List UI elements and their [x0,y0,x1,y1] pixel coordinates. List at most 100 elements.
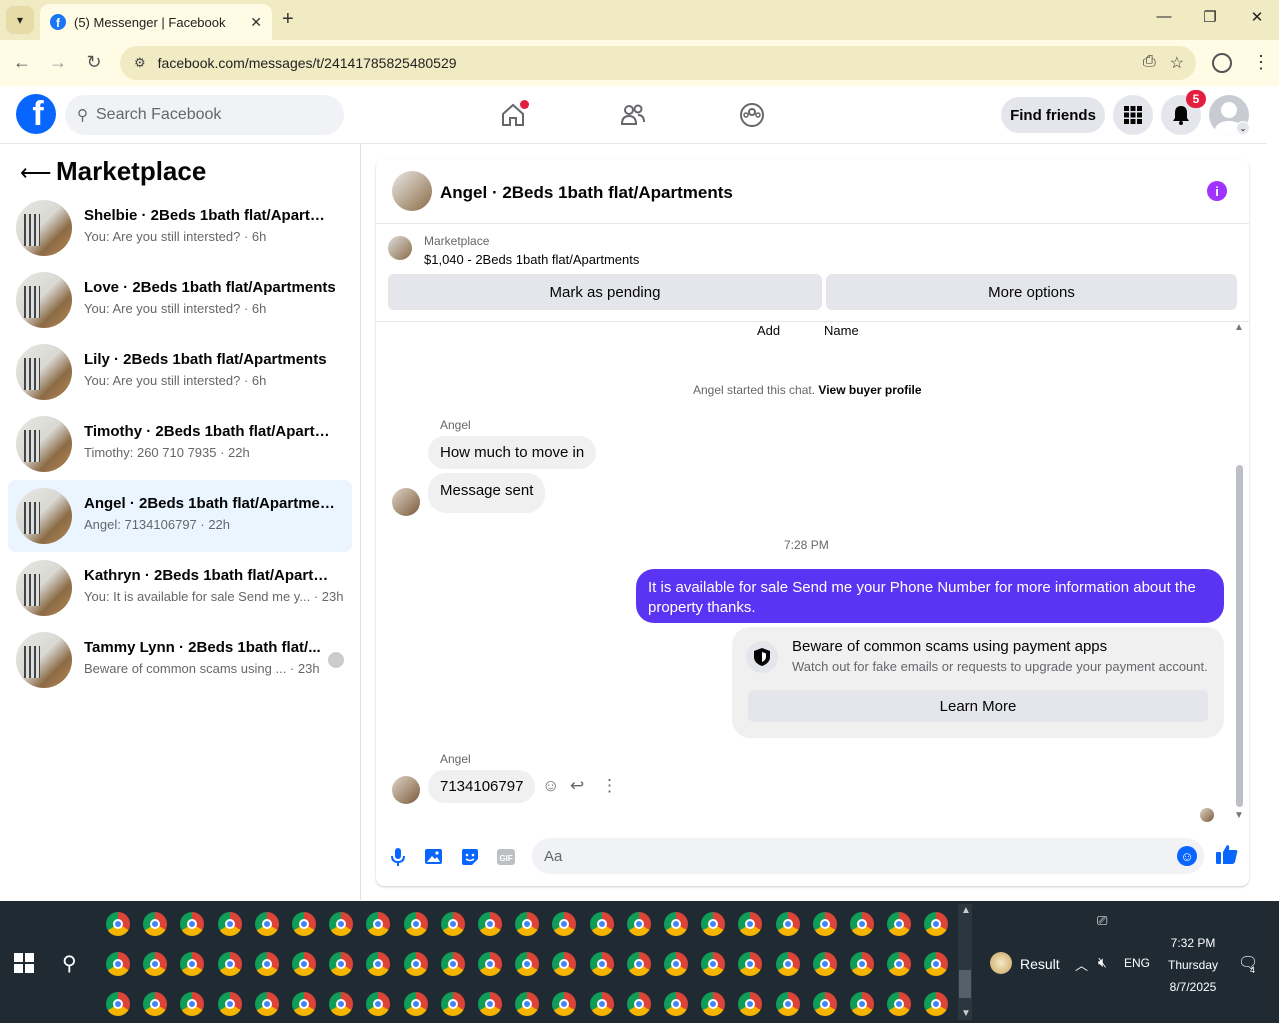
page-scrollbar[interactable] [1267,86,1279,900]
reply-icon[interactable]: ↩ [570,776,584,796]
system-clock[interactable]: 7:32 PM Thursday 8/7/2025 [1160,932,1226,998]
back-arrow-icon[interactable]: ⟵ [20,160,52,186]
chat-scrollbar[interactable] [1236,465,1243,807]
scroll-down-arrow-icon[interactable]: ▼ [1234,810,1244,821]
chat-title[interactable]: Angel · 2Beds 1bath flat/Apartments [440,183,733,203]
close-window-button[interactable]: ✕ [1237,8,1277,26]
chrome-taskbar-icon[interactable] [850,912,874,936]
chrome-taskbar-icon[interactable] [887,912,912,936]
chrome-taskbar-icon[interactable] [924,952,949,976]
listing-thumbnail[interactable] [388,236,412,260]
chrome-taskbar-icon[interactable] [366,992,391,1016]
incoming-message[interactable]: How much to move in [428,436,597,469]
chrome-taskbar-icon[interactable] [254,992,279,1016]
scroll-up-arrow-icon[interactable]: ▲ [1234,322,1244,333]
show-hidden-icons-chevron-icon[interactable]: ︿ [1075,955,1088,974]
chrome-taskbar-icon[interactable] [626,912,651,936]
chrome-taskbar-icon[interactable] [440,912,465,936]
chrome-taskbar-icon[interactable] [775,952,800,976]
chrome-taskbar-icon[interactable] [292,952,316,976]
emoji-icon[interactable]: ☺ [1177,846,1197,866]
conversation-item[interactable]: Love · 2Beds 1bath flat/Apartments You: … [8,264,352,336]
reload-icon[interactable]: ↻ [82,52,106,73]
chrome-taskbar-icon[interactable] [180,992,205,1016]
taskbar-scroll-down-icon[interactable]: ▼ [961,1008,971,1019]
chrome-taskbar-icon[interactable] [254,912,279,936]
chrome-taskbar-icon[interactable] [478,912,502,936]
chrome-taskbar-icon[interactable] [589,912,614,936]
chrome-taskbar-icon[interactable] [775,912,800,936]
chrome-taskbar-icon[interactable] [478,992,502,1016]
gif-icon[interactable]: GIF [494,845,518,869]
chrome-taskbar-icon[interactable] [329,912,354,936]
back-icon[interactable]: ← [10,52,34,73]
chrome-taskbar-icon[interactable] [106,992,130,1016]
site-info-icon[interactable]: ⚙ [134,55,146,71]
listing-price-title[interactable]: $1,040 - 2Beds 1bath flat/Apartments [424,252,639,267]
incoming-message[interactable]: 7134106797 [428,770,536,803]
facebook-logo[interactable]: f [16,94,56,134]
learn-more-button[interactable]: Learn More [748,690,1208,722]
chevron-down-icon[interactable]: ⌄ [1236,121,1250,135]
sender-avatar[interactable] [392,776,420,804]
friends-icon[interactable] [618,100,648,130]
chrome-taskbar-icon[interactable] [329,952,354,976]
chrome-taskbar-icon[interactable] [701,952,726,976]
install-app-icon[interactable]: ⎙ [1143,53,1156,73]
taskbar-search-icon[interactable]: ⚲ [62,951,77,976]
chrome-taskbar-icon[interactable] [366,912,391,936]
chat-avatar[interactable] [392,171,432,211]
chrome-taskbar-icon[interactable] [292,912,316,936]
chrome-taskbar-icon[interactable] [143,952,168,976]
chrome-taskbar-icon[interactable] [738,992,763,1016]
chrome-taskbar-icon[interactable] [887,952,912,976]
language-indicator[interactable]: ENG [1124,956,1150,970]
chrome-taskbar-icon[interactable] [403,992,428,1016]
forward-icon[interactable]: → [46,52,70,73]
chrome-taskbar-icon[interactable] [552,992,577,1016]
chrome-taskbar-icon[interactable] [106,952,130,976]
weather-icon[interactable] [990,952,1012,974]
view-buyer-profile-link[interactable]: View buyer profile [818,383,921,397]
sticker-icon[interactable] [458,845,482,869]
search-facebook-input[interactable]: ⚲ Search Facebook [65,95,344,135]
restore-button[interactable]: ❐ [1190,8,1230,26]
chrome-taskbar-icon[interactable] [143,912,168,936]
chrome-taskbar-icon[interactable] [924,912,949,936]
microphone-icon[interactable] [386,845,410,869]
conversation-item[interactable]: Timothy · 2Beds 1bath flat/Apartm... Tim… [8,408,352,480]
menu-grid-icon[interactable] [1113,95,1153,135]
profile-icon[interactable] [1212,53,1232,73]
tab-search-menu-button[interactable]: ▾ [6,6,34,34]
chrome-taskbar-icon[interactable] [106,912,130,936]
conversation-item[interactable]: Shelbie · 2Beds 1bath flat/Apartme... Yo… [8,192,352,264]
browser-menu-icon[interactable]: ⋮ [1252,52,1270,73]
url-text[interactable]: facebook.com/messages/t/2414178582548052… [158,55,457,71]
meet-now-icon[interactable]: ⎚ [1097,913,1107,929]
new-tab-button[interactable]: + [282,8,294,31]
chrome-taskbar-icon[interactable] [738,912,763,936]
react-emoji-icon[interactable]: ☺ [542,776,559,796]
chrome-taskbar-icon[interactable] [626,952,651,976]
chrome-taskbar-icon[interactable] [440,992,465,1016]
chrome-taskbar-icon[interactable] [664,992,688,1016]
chrome-taskbar-icon[interactable] [515,992,540,1016]
incoming-message[interactable]: Message sent [428,473,546,513]
windows-start-icon[interactable] [14,953,34,973]
chrome-taskbar-icon[interactable] [664,952,688,976]
conversation-item[interactable]: Lily · 2Beds 1bath flat/Apartments You: … [8,336,352,408]
chrome-taskbar-icon[interactable] [254,952,279,976]
chrome-taskbar-icon[interactable] [887,992,912,1016]
info-icon[interactable]: i [1207,181,1227,201]
close-tab-icon[interactable]: ✕ [250,14,262,31]
conversation-item[interactable]: Kathryn · 2Beds 1bath flat/Apartm... You… [8,552,352,624]
chrome-taskbar-icon[interactable] [366,952,391,976]
chrome-taskbar-icon[interactable] [403,952,428,976]
message-input[interactable]: Aa [532,838,1204,874]
address-bar[interactable]: ⚙ facebook.com/messages/t/24141785825480… [120,46,1196,80]
action-center-icon[interactable]: 🗨︎ [1238,953,1258,973]
chrome-taskbar-icon[interactable] [589,992,614,1016]
chrome-taskbar-icon[interactable] [775,992,800,1016]
conversation-item-selected[interactable]: Angel · 2Beds 1bath flat/Apartments Ange… [8,480,352,552]
add-label[interactable]: Add [757,323,780,338]
